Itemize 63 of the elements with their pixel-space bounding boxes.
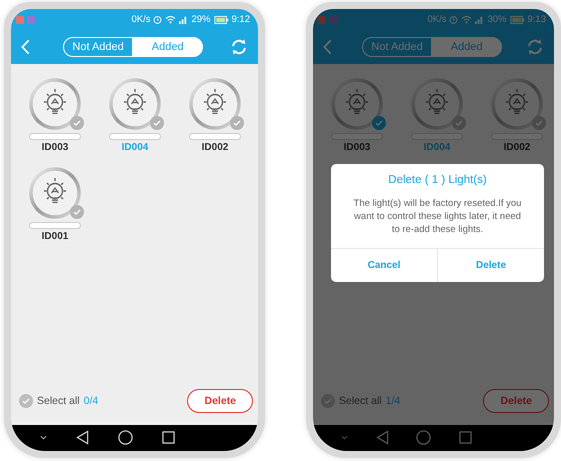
notification-icon <box>318 16 338 24</box>
check-badge-icon[interactable] <box>150 116 164 130</box>
dialog-title: Delete ( 1 ) Light(s) <box>388 174 487 186</box>
light-label: ID002 <box>504 142 530 153</box>
light-label: ID004 <box>424 142 450 153</box>
light-bulb-icon[interactable] <box>411 78 463 130</box>
battery-icon <box>214 16 228 24</box>
light-label: ID002 <box>202 142 228 153</box>
alarm-clock-icon <box>449 15 458 24</box>
light-bulb-icon[interactable] <box>189 78 241 130</box>
light-label: ID004 <box>122 142 148 153</box>
light-label: ID003 <box>344 142 370 153</box>
tab[interactable]: Not Added <box>362 37 432 57</box>
signal-icon <box>179 15 188 24</box>
delete-button[interactable]: Delete <box>483 389 549 413</box>
delete-button[interactable]: Delete <box>187 389 253 413</box>
light-bulb-icon[interactable] <box>331 78 383 130</box>
battery-percent: 30% <box>487 14 506 25</box>
select-all-label: Select all <box>37 395 80 407</box>
selection-count: 0/4 <box>84 395 98 407</box>
name-bar <box>29 222 81 229</box>
dialog-button[interactable]: Cancel <box>331 249 437 282</box>
light-bulb-icon[interactable] <box>491 78 543 130</box>
check-badge-icon[interactable] <box>532 116 546 130</box>
tab[interactable]: Added <box>432 37 502 57</box>
status-time: 9:12 <box>232 14 250 25</box>
select-all-checkbox[interactable] <box>321 394 335 408</box>
light-label: ID001 <box>42 231 68 242</box>
check-badge-icon[interactable] <box>372 116 386 130</box>
light-label: ID003 <box>42 142 68 153</box>
selection-count: 1/4 <box>386 395 400 407</box>
battery-icon <box>510 16 524 24</box>
check-badge-icon[interactable] <box>452 116 466 130</box>
check-badge-icon[interactable] <box>70 116 84 130</box>
refresh-icon[interactable] <box>230 38 248 56</box>
alarm-clock-icon <box>153 15 162 24</box>
dialog-message: The light(s) will be factory reseted.If you want to control these lights later, it need to re-add these lights. <box>352 198 522 236</box>
status-time: 9:13 <box>528 14 546 25</box>
name-bar <box>29 133 81 140</box>
chevron-down-icon[interactable] <box>40 434 46 440</box>
light-bulb-icon[interactable] <box>29 78 81 130</box>
network-speed: 0K/s <box>427 14 446 25</box>
back-icon[interactable] <box>76 430 88 444</box>
signal-icon <box>475 15 484 24</box>
network-speed: 0K/s <box>131 14 150 25</box>
check-badge-icon[interactable] <box>230 116 244 130</box>
name-bar <box>189 133 241 140</box>
select-all-checkbox[interactable] <box>19 394 33 408</box>
notification-icon <box>16 16 36 24</box>
battery-percent: 29% <box>191 14 210 25</box>
name-bar <box>109 133 161 140</box>
tab[interactable]: Not Added <box>63 37 133 57</box>
recents-icon[interactable] <box>162 430 174 444</box>
wifi-icon <box>165 15 176 24</box>
wifi-icon <box>461 15 472 24</box>
home-icon[interactable] <box>118 430 132 444</box>
select-all-label: Select all <box>339 395 382 407</box>
check-badge-icon[interactable] <box>70 205 84 219</box>
light-bulb-icon[interactable] <box>29 167 81 219</box>
tab[interactable]: Added <box>132 37 203 57</box>
dialog-button[interactable]: Delete <box>437 249 544 282</box>
refresh-icon[interactable] <box>526 38 544 56</box>
light-bulb-icon[interactable] <box>109 78 161 130</box>
